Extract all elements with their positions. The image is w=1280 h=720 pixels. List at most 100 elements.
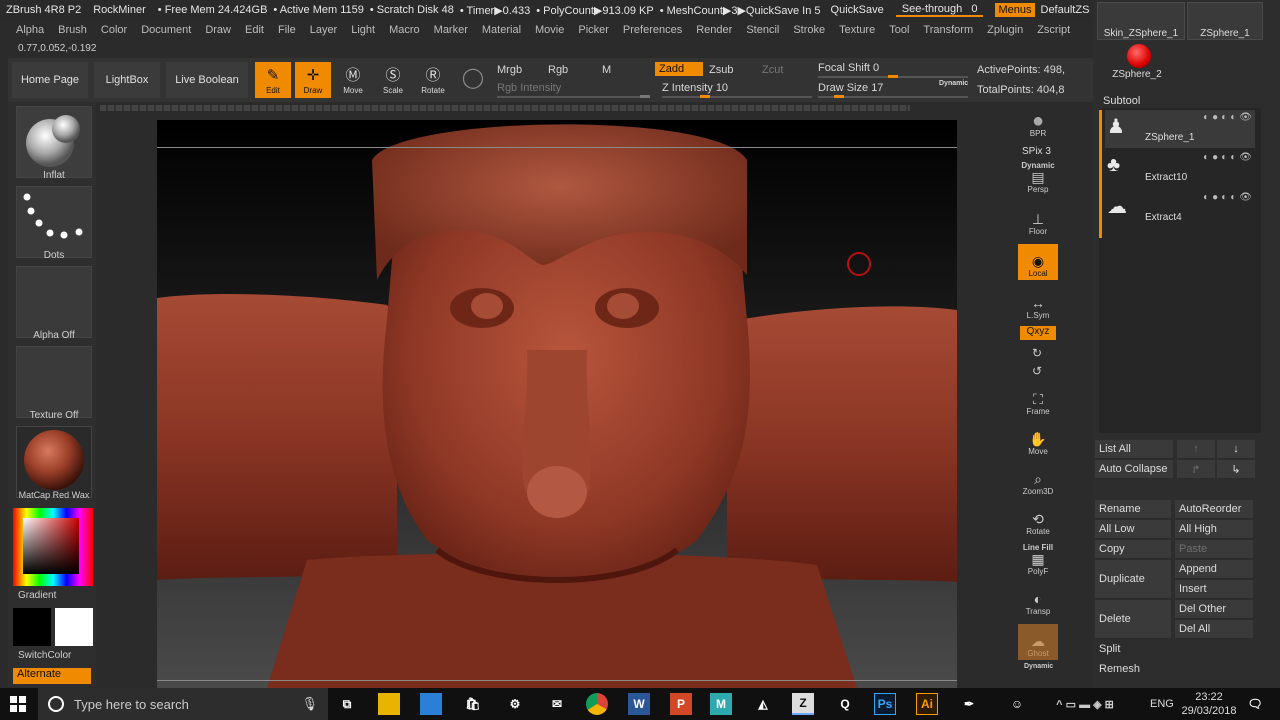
scale-mode-button[interactable]: Ⓢ Scale — [375, 62, 411, 98]
menu-layer[interactable]: Layer — [310, 24, 338, 36]
dynamic-toggle[interactable]: Dynamic — [939, 80, 968, 87]
menu-light[interactable]: Light — [351, 24, 375, 36]
copy-button[interactable]: Copy — [1095, 540, 1171, 558]
del-other-button[interactable]: Del Other — [1175, 600, 1253, 618]
frame-button[interactable]: ⛶ Frame — [1018, 382, 1058, 418]
alternate-button[interactable]: Alternate — [13, 668, 91, 684]
people-icon[interactable]: ☺ — [1006, 693, 1028, 715]
maya-icon[interactable]: M — [710, 693, 732, 715]
taskbar-search-box[interactable]: Type here to search 🎙 — [38, 688, 328, 720]
menu-zplugin[interactable]: Zplugin — [987, 24, 1023, 36]
menus-toggle-button[interactable]: Menus — [995, 3, 1035, 17]
powerpoint-icon[interactable]: P — [670, 693, 692, 715]
m-button[interactable]: M — [602, 64, 611, 76]
rename-button[interactable]: Rename — [1095, 500, 1171, 518]
draw-mode-button[interactable]: ✛ Draw — [295, 62, 331, 98]
transp-button[interactable]: ◐ Transp — [1018, 582, 1058, 618]
menu-color[interactable]: Color — [101, 24, 127, 36]
file-explorer-icon[interactable] — [378, 693, 400, 715]
see-through-slider[interactable]: See-through 0 — [895, 3, 984, 17]
menu-zscript[interactable]: Zscript — [1037, 24, 1070, 36]
menu-marker[interactable]: Marker — [434, 24, 468, 36]
mrgb-button[interactable]: Mrgb — [497, 64, 522, 76]
tray-icons[interactable]: ^ ▭ ▬ ◈ ⊞ — [1030, 693, 1140, 715]
edit-mode-button[interactable]: ✎ Edit — [255, 62, 291, 98]
all-high-button[interactable]: All High — [1175, 520, 1253, 538]
subtool-item-controls[interactable]: ◐●◐◐👁 — [1203, 192, 1255, 203]
move-view-button[interactable]: ✋ Move — [1018, 422, 1058, 458]
xyz-button[interactable]: Qxyz — [1020, 326, 1056, 340]
shelf-scrollbar[interactable] — [100, 105, 910, 111]
task-view-icon[interactable]: ⧉ — [336, 693, 358, 715]
menu-document[interactable]: Document — [141, 24, 191, 36]
menu-alpha[interactable]: Alpha — [16, 24, 44, 36]
texture-selector[interactable] — [16, 346, 92, 418]
del-all-button[interactable]: Del All — [1175, 620, 1253, 638]
primary-color-swatch[interactable] — [13, 608, 51, 646]
zoom3d-button[interactable]: ⌕ Zoom3D — [1018, 462, 1058, 498]
move-down-arrow-icon[interactable]: ↓ — [1217, 440, 1255, 458]
menu-material[interactable]: Material — [482, 24, 521, 36]
menu-stroke[interactable]: Stroke — [793, 24, 825, 36]
subtool-item-controls[interactable]: ◐●◐◐👁 — [1203, 112, 1255, 123]
alpha-selector[interactable] — [16, 266, 92, 338]
list-all-button[interactable]: List All — [1095, 440, 1173, 458]
app-q-icon[interactable]: Q — [834, 693, 856, 715]
microphone-icon[interactable]: 🎙 — [301, 696, 318, 712]
subtool-item-controls[interactable]: ◐●◐◐👁 — [1203, 152, 1255, 163]
local-button[interactable]: ◉ Local — [1018, 244, 1058, 280]
live-boolean-button[interactable]: Live Boolean — [166, 62, 248, 98]
store-icon[interactable]: 🛍 — [462, 693, 484, 715]
menu-preferences[interactable]: Preferences — [623, 24, 682, 36]
photoshop-icon[interactable]: Ps — [874, 693, 896, 715]
secondary-color-swatch[interactable] — [55, 608, 93, 646]
zsub-button[interactable]: Zsub — [709, 64, 733, 76]
menu-edit[interactable]: Edit — [245, 24, 264, 36]
auto-collapse-button[interactable]: Auto Collapse — [1095, 460, 1173, 478]
switch-color-button[interactable]: SwitchColor — [18, 650, 94, 661]
insert-button[interactable]: Insert — [1175, 580, 1253, 598]
arrow-up-right-icon[interactable]: ↱ — [1177, 460, 1215, 478]
z-intensity-slider[interactable]: Z Intensity 10 — [662, 82, 728, 94]
zcut-button[interactable]: Zcut — [762, 64, 783, 76]
spix-slider[interactable]: SPix 3 — [1022, 146, 1051, 157]
duplicate-button[interactable]: Duplicate — [1095, 560, 1171, 598]
menu-tool[interactable]: Tool — [889, 24, 909, 36]
material-selector[interactable] — [16, 426, 92, 498]
tool-thumb-skin-zsphere[interactable]: Skin_ZSphere_1 — [1097, 2, 1185, 40]
subtool-header[interactable]: Subtool — [1103, 95, 1140, 107]
polyf-button[interactable]: Line Fill ▦ PolyF — [1018, 542, 1058, 578]
split-button[interactable]: Split — [1095, 640, 1255, 658]
unity-icon[interactable]: ◭ — [752, 693, 774, 715]
gizmo-icon[interactable]: ◯ — [455, 62, 491, 98]
menu-transform[interactable]: Transform — [923, 24, 973, 36]
menu-brush[interactable]: Brush — [58, 24, 87, 36]
rotate-axis-2-icon[interactable]: ↺ — [1032, 364, 1042, 378]
menu-draw[interactable]: Draw — [205, 24, 231, 36]
floor-button[interactable]: ⊥ Floor — [1018, 202, 1058, 238]
menu-render[interactable]: Render — [696, 24, 732, 36]
lsym-button[interactable]: ↔ L.Sym — [1018, 286, 1058, 322]
move-up-arrow-icon[interactable]: ↑ — [1177, 440, 1215, 458]
settings-app-icon[interactable]: ⚙ — [504, 693, 526, 715]
rotate-mode-button[interactable]: Ⓡ Rotate — [415, 62, 451, 98]
append-button[interactable]: Append — [1175, 560, 1253, 578]
subtool-item[interactable]: ☁ ◐●◐◐👁 Extract4 — [1105, 190, 1255, 228]
ghost-button[interactable]: ☁ Ghost — [1018, 624, 1058, 660]
subtool-item[interactable]: ♣ ◐●◐◐👁 Extract10 — [1105, 150, 1255, 188]
color-field[interactable] — [23, 518, 79, 574]
all-low-button[interactable]: All Low — [1095, 520, 1171, 538]
autoreorder-button[interactable]: AutoReorder — [1175, 500, 1253, 518]
menu-macro[interactable]: Macro — [389, 24, 420, 36]
home-page-button[interactable]: Home Page — [12, 62, 88, 98]
gradient-label[interactable]: Gradient — [18, 590, 94, 601]
rgb-intensity-slider[interactable]: Rgb Intensity — [497, 82, 561, 94]
persp-button[interactable]: Dynamic ▤ Persp — [1018, 160, 1058, 196]
color-picker[interactable] — [13, 508, 93, 586]
document-canvas[interactable] — [157, 120, 957, 688]
start-windows-icon[interactable] — [10, 696, 26, 712]
menu-picker[interactable]: Picker — [578, 24, 609, 36]
quicksave-button[interactable]: QuickSave — [831, 4, 884, 16]
tool-thumb-zsphere2[interactable]: ZSphere_2 — [1097, 42, 1177, 80]
brush-selector[interactable] — [16, 106, 92, 178]
